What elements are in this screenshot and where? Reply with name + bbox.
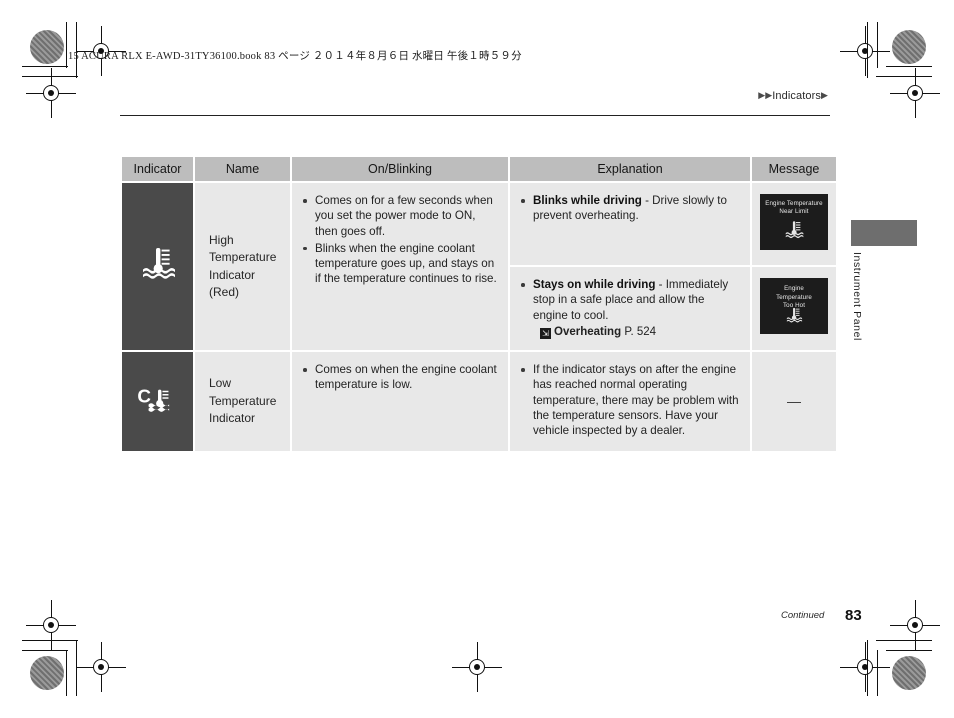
page-number: 83 bbox=[845, 607, 862, 624]
indicators-table: Indicator Name On/Blinking Explanation M… bbox=[120, 155, 838, 453]
registration-mark-bottom-right-inner bbox=[840, 642, 890, 692]
indicator-name-low-temperature: Low Temperature Indicator bbox=[195, 352, 290, 451]
crop-line bbox=[876, 640, 932, 641]
registration-mark-top-right-inner bbox=[840, 26, 890, 76]
crop-line bbox=[877, 650, 878, 696]
on-blinking-list: Comes on for a few seconds when you set … bbox=[302, 193, 498, 287]
crop-line bbox=[867, 640, 868, 696]
column-header-message: Message bbox=[752, 157, 836, 181]
display-line: Engine bbox=[784, 285, 804, 293]
jump-to-arrow-icon: ⇲ bbox=[540, 327, 551, 339]
crop-line bbox=[22, 76, 78, 77]
crop-line bbox=[22, 650, 68, 651]
registration-mark-top-right-outer bbox=[890, 68, 940, 118]
registration-mark-top-left-outer bbox=[26, 68, 76, 118]
on-blinking-low-temperature: Comes on when the engine coolant tempera… bbox=[292, 352, 508, 451]
crop-line bbox=[66, 650, 67, 696]
header-divider bbox=[120, 115, 830, 116]
name-line: Temperature bbox=[209, 250, 277, 265]
explanation-lead: Stays on while driving bbox=[533, 278, 656, 291]
crop-line bbox=[867, 22, 868, 78]
svg-text:C: C bbox=[137, 386, 151, 407]
book-file-header: 15 ACURA RLX E-AWD-31TY36100.book 83 ページ… bbox=[68, 51, 522, 62]
message-cell-none: — bbox=[752, 352, 836, 451]
crop-line bbox=[76, 640, 77, 696]
name-line: Low Temperature bbox=[209, 376, 277, 408]
explanation-low-temperature: If the indicator stays on after the engi… bbox=[510, 352, 750, 451]
display-line: Temperature bbox=[776, 293, 812, 301]
message-cell-near-limit: Engine Temperature Near Limit bbox=[752, 183, 836, 265]
list-item: Blinks when the engine coolant temperatu… bbox=[302, 241, 498, 287]
indicator-name-high-temperature: High Temperature Indicator (Red) bbox=[195, 183, 290, 351]
triangle-right-icon: ▶ bbox=[765, 90, 773, 100]
display-line: Engine Temperature bbox=[765, 199, 823, 207]
cross-reference-page: P. 524 bbox=[624, 325, 657, 338]
triangle-right-icon: ▶ bbox=[820, 90, 828, 100]
list-item: Comes on for a few seconds when you set … bbox=[302, 193, 498, 239]
continued-label: Continued bbox=[781, 610, 825, 621]
explanation-blinks-while-driving: Blinks while driving - Drive slowly to p… bbox=[510, 183, 750, 265]
crop-line bbox=[66, 22, 67, 68]
color-density-patch-bottom-right bbox=[892, 656, 926, 690]
crop-line bbox=[877, 22, 878, 68]
crop-line bbox=[886, 66, 932, 67]
crop-line bbox=[886, 650, 932, 651]
crop-line bbox=[876, 76, 932, 77]
high-temperature-thermometer-icon bbox=[136, 248, 180, 287]
column-header-name: Name bbox=[195, 157, 290, 181]
list-item: Comes on when the engine coolant tempera… bbox=[302, 362, 498, 393]
explanation-list: Stays on while driving - Immediately sto… bbox=[520, 277, 740, 323]
name-line: (Red) bbox=[209, 284, 240, 299]
name-line: Indicator bbox=[209, 411, 256, 425]
message-cell-too-hot: Engine Temperature Too Hot bbox=[752, 267, 836, 351]
explanation-lead: Blinks while driving bbox=[533, 194, 642, 207]
explanation-stays-on-while-driving: Stays on while driving - Immediately sto… bbox=[510, 267, 750, 351]
crop-line bbox=[22, 640, 78, 641]
registration-mark-bottom-right-outer bbox=[890, 600, 940, 650]
crop-line bbox=[22, 66, 68, 67]
dashboard-message-display: Engine Temperature Too Hot bbox=[760, 278, 828, 335]
column-header-explanation: Explanation bbox=[510, 157, 750, 181]
dashboard-message-display: Engine Temperature Near Limit bbox=[760, 193, 828, 250]
color-density-patch-top-right bbox=[892, 30, 926, 64]
low-temperature-c-thermometer-icon: C bbox=[134, 386, 182, 421]
registration-mark-bottom-left-inner bbox=[76, 642, 126, 692]
breadcrumb-label: Indicators bbox=[772, 90, 821, 102]
breadcrumb: ▶▶Indicators▶ bbox=[758, 90, 828, 102]
name-line: High bbox=[209, 232, 234, 247]
cross-reference-overheating[interactable]: ⇲ Overheating P. 524 bbox=[520, 325, 740, 340]
indicator-icon-cell-high-temperature bbox=[122, 183, 193, 351]
thermometer-coolant-icon bbox=[781, 219, 807, 245]
display-line: Near Limit bbox=[779, 208, 809, 216]
section-tab-block bbox=[851, 220, 917, 246]
explanation-list: Blinks while driving - Drive slowly to p… bbox=[520, 193, 740, 224]
registration-mark-bottom-center bbox=[452, 642, 502, 692]
indicator-icon-cell-low-temperature: C bbox=[122, 352, 193, 451]
on-blinking-list: Comes on when the engine coolant tempera… bbox=[302, 362, 498, 393]
list-item: Stays on while driving - Immediately sto… bbox=[520, 277, 740, 323]
section-tab-label: Instrument Panel bbox=[851, 252, 863, 341]
table-row: High Temperature Indicator (Red) Comes o… bbox=[122, 183, 836, 351]
list-item: Blinks while driving - Drive slowly to p… bbox=[520, 193, 740, 224]
explanation-list: If the indicator stays on after the engi… bbox=[520, 362, 740, 438]
column-header-indicator: Indicator bbox=[122, 157, 193, 181]
thermometer-coolant-icon bbox=[783, 306, 805, 329]
cross-reference-title: Overheating bbox=[554, 325, 622, 338]
registration-mark-bottom-left-outer bbox=[26, 600, 76, 650]
color-density-patch-bottom-left bbox=[30, 656, 64, 690]
list-item: If the indicator stays on after the engi… bbox=[520, 362, 740, 438]
name-line: Indicator bbox=[209, 267, 256, 282]
column-header-on-blinking: On/Blinking bbox=[292, 157, 508, 181]
display-text: Engine Temperature Near Limit bbox=[760, 200, 828, 217]
table-row: C Low Temperature Indicator Comes on whe… bbox=[122, 352, 836, 451]
color-density-patch-top-left bbox=[30, 30, 64, 64]
on-blinking-high-temperature: Comes on for a few seconds when you set … bbox=[292, 183, 508, 351]
table-header-row: Indicator Name On/Blinking Explanation M… bbox=[122, 157, 836, 181]
